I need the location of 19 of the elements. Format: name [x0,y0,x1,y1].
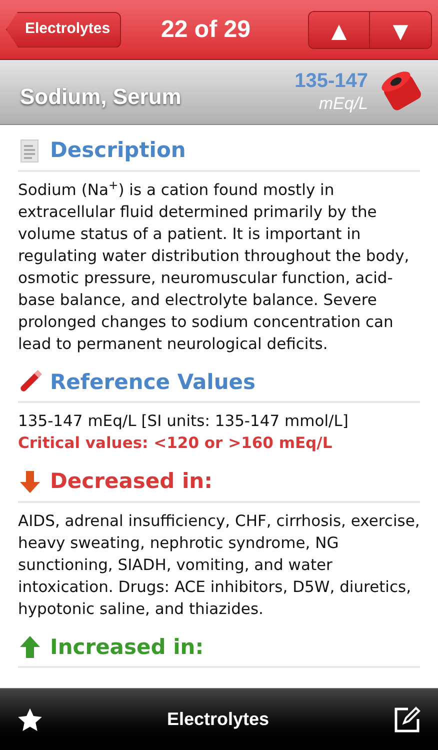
compose-icon[interactable] [392,704,422,734]
body-text: AIDS, adrenal insufficiency, CHF, cirrhosis, exercise, heavy sweating, nephrotic syndrome, NG sunctioning, SIADH, vomiting, and water intoxication. Drugs: ACE inhibitors, D5W, diuretics, hypotonic saline, and thiazides. [18,510,420,620]
body-text: 135-147 mEq/L [SI units: 135-147 mmol/L] [18,411,350,432]
page-position: 22 of 29 [161,14,250,44]
section-heading: Increased in: [50,634,204,660]
reference-range: 135-147 [294,69,368,93]
section-heading: Decreased in: [50,468,213,495]
unit-label: mEq/L [318,93,368,115]
back-button[interactable]: Electrolytes [6,12,122,48]
previous-button[interactable]: ▲ [309,12,370,48]
up-arrow-icon [18,635,42,660]
down-arrow-icon [18,470,42,494]
test-name: Sodium, Serum [20,82,182,110]
body-text: Sodium (Na$^{+}$) is a cation found mostly in extracellular fluid determined primarily by the volume status of a patient. It is important in regulating water distribution throughout the body, osmotic pressure, neuromuscular function, acid-base balance, and electrolyte balance. Severe prolonged changes to sodium concentration can lead to permanent neurological deficits. [18,178,410,354]
critical-values-text: Critical values: <120 or >160 mEq/L [18,433,334,454]
section-heading: Reference Values [50,368,256,396]
toolbar-title: Electrolytes [166,708,270,731]
next-button[interactable]: ▼ [370,12,431,48]
section-heading: Description [50,137,186,164]
